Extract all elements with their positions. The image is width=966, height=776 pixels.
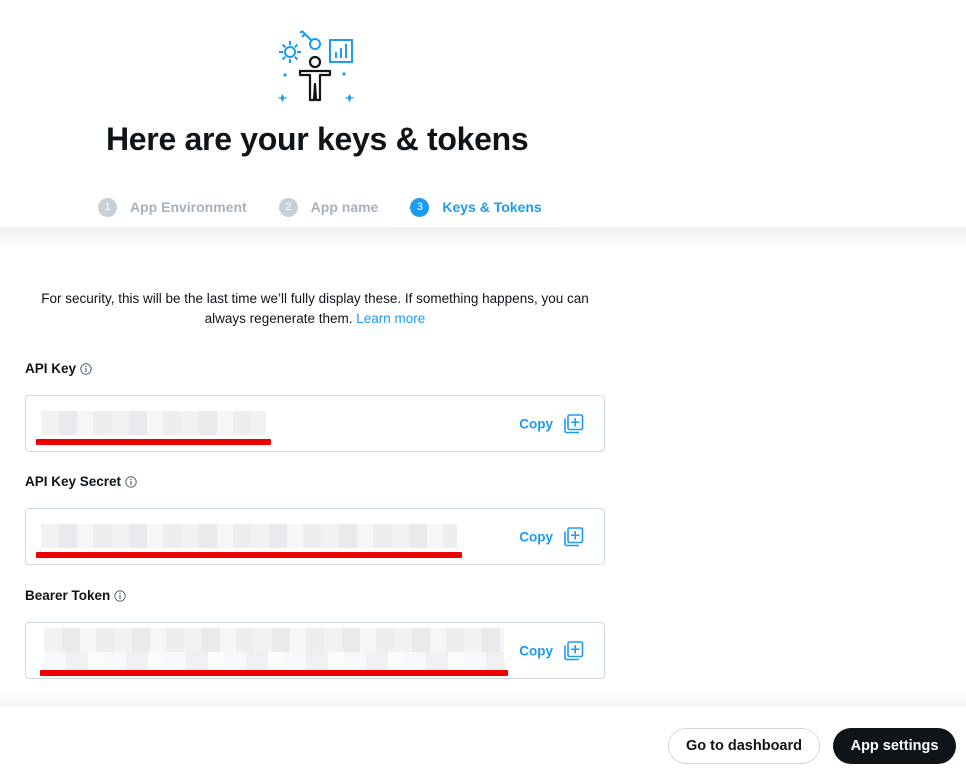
footer-shadow <box>0 690 966 706</box>
setup-stepper: 1 App Environment 2 App name 3 Keys & To… <box>82 186 559 229</box>
api-key-secret-field[interactable]: Copy <box>25 508 605 565</box>
copy-label: Copy <box>519 416 553 431</box>
step-number: 1 <box>98 197 117 217</box>
step-label: App name <box>310 199 379 215</box>
developer-keys-illustration <box>278 30 354 103</box>
bearer-token-label: Bearer Token <box>25 588 111 603</box>
step-app-name[interactable]: 2 App name <box>263 186 395 228</box>
go-to-dashboard-button[interactable]: Go to dashboard <box>668 728 820 764</box>
copy-api-key-button[interactable]: Copy <box>519 413 584 434</box>
redacted-value <box>41 524 457 548</box>
bearer-token-field[interactable]: Copy <box>25 622 605 679</box>
redacted-value <box>44 628 504 652</box>
api-key-secret-label-row: API Key Secret <box>25 474 137 489</box>
header-shadow <box>0 228 966 248</box>
copy-icon <box>564 413 584 433</box>
step-label: Keys & Tokens <box>442 199 542 215</box>
security-notice: For security, this will be the last time… <box>25 289 605 329</box>
copy-icon <box>564 640 584 660</box>
app-settings-button[interactable]: App settings <box>833 728 956 764</box>
info-icon[interactable] <box>125 475 137 488</box>
info-icon[interactable] <box>114 589 126 602</box>
redaction-line <box>40 670 508 676</box>
redacted-value <box>41 411 266 435</box>
footer-bar <box>0 706 966 776</box>
learn-more-link[interactable]: Learn more <box>356 311 425 326</box>
info-icon[interactable] <box>80 362 92 375</box>
copy-label: Copy <box>519 529 553 544</box>
step-keys-and-tokens[interactable]: 3 Keys & Tokens <box>394 186 559 229</box>
copy-label: Copy <box>519 643 553 658</box>
redaction-line <box>36 552 462 558</box>
step-number: 2 <box>278 197 298 217</box>
step-label: App Environment <box>130 199 247 215</box>
page-title: Here are your keys & tokens <box>106 121 529 157</box>
bearer-token-label-row: Bearer Token <box>25 588 126 603</box>
api-key-field[interactable]: Copy <box>25 395 605 452</box>
security-notice-text: For security, this will be the last time… <box>41 291 589 326</box>
copy-api-key-secret-button[interactable]: Copy <box>519 526 584 547</box>
copy-bearer-token-button[interactable]: Copy <box>519 640 584 661</box>
copy-icon <box>564 526 584 546</box>
step-app-environment[interactable]: 1 App Environment <box>82 186 263 228</box>
step-number: 3 <box>410 197 430 217</box>
api-key-label: API Key <box>25 361 77 376</box>
api-key-secret-label: API Key Secret <box>25 474 122 489</box>
redacted-value <box>44 652 504 670</box>
api-key-label-row: API Key <box>25 361 92 376</box>
redaction-line <box>36 439 271 445</box>
